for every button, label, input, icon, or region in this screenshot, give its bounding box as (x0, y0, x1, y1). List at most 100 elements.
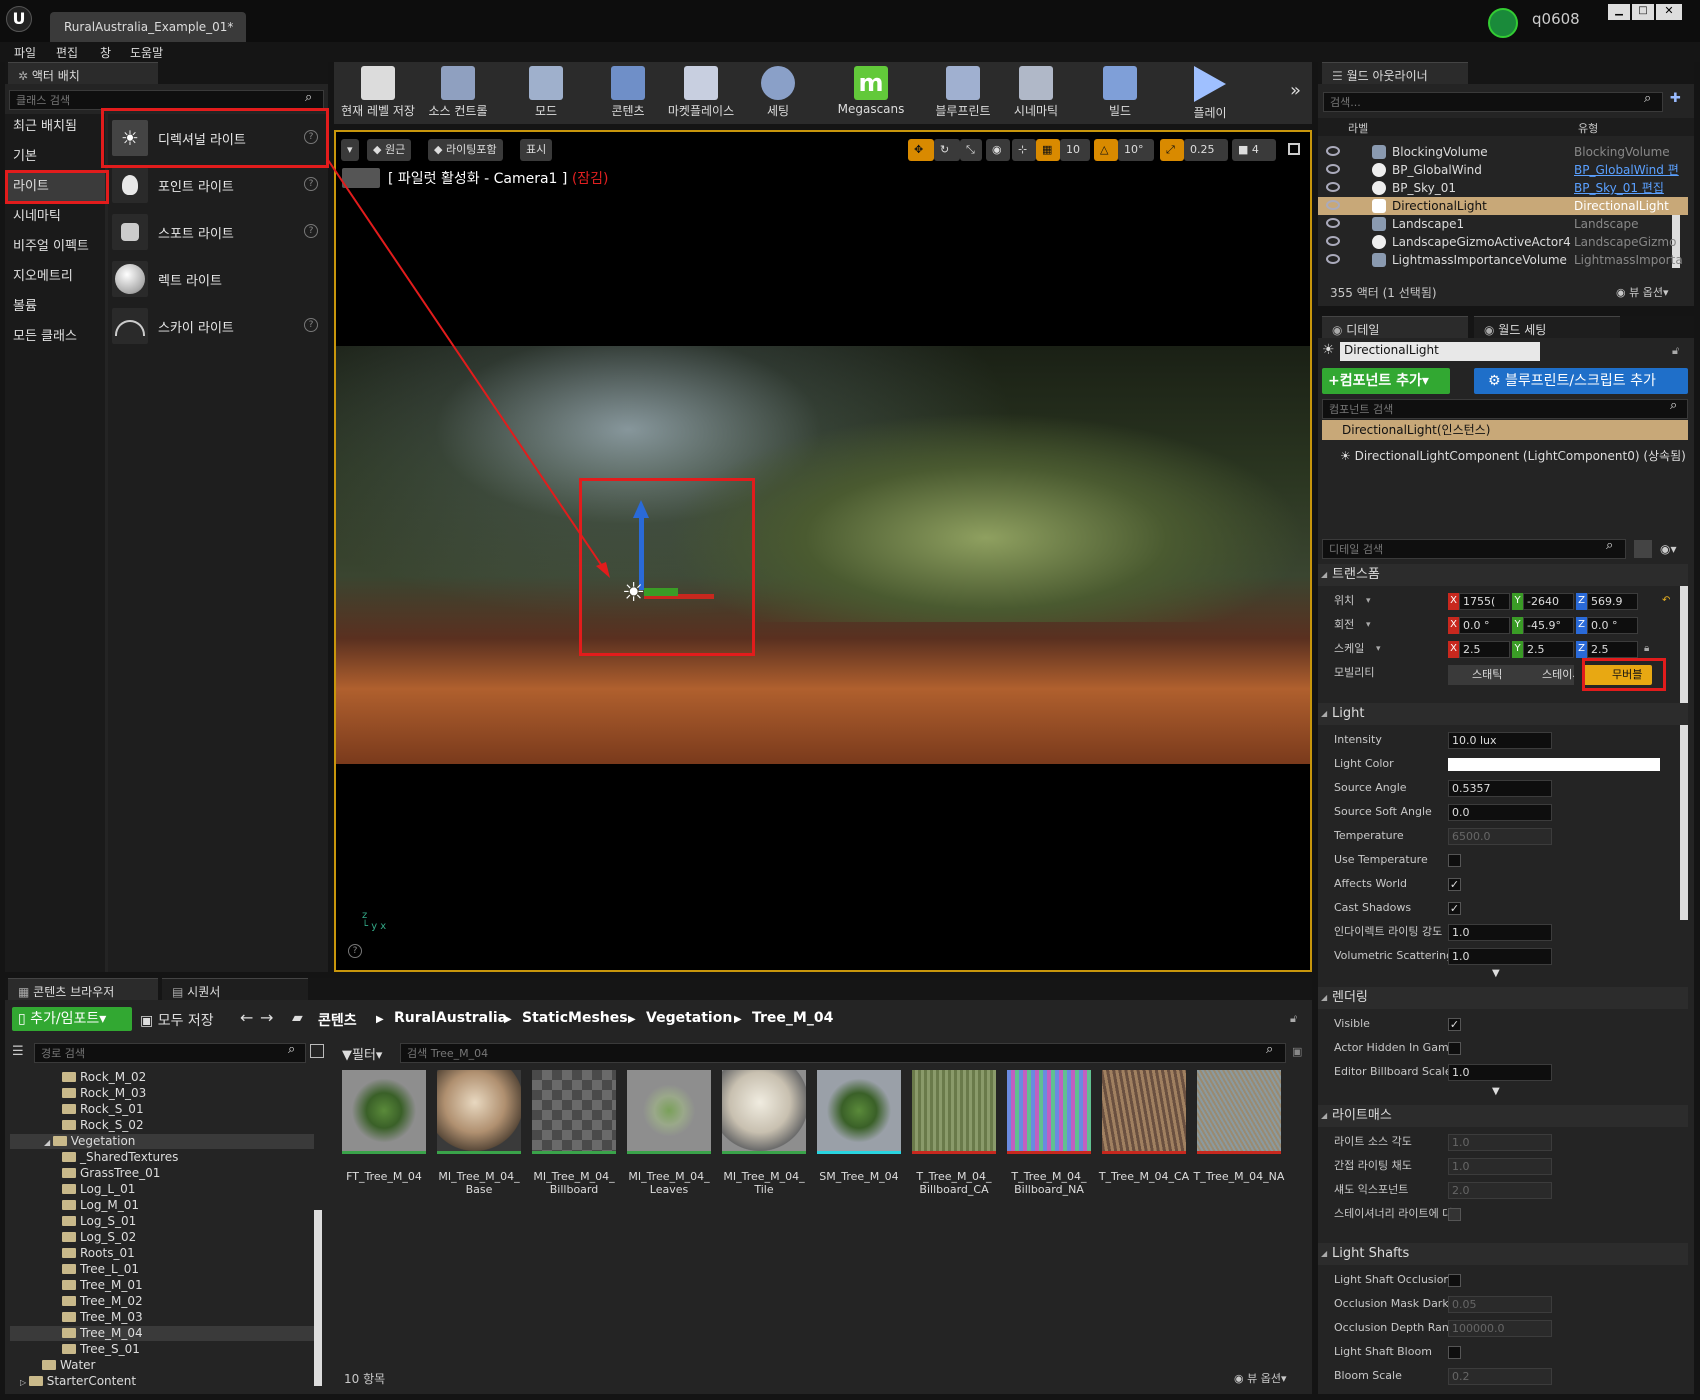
asset-tile[interactable]: MI_Tree_M_04_ Leaves (627, 1070, 711, 1196)
add-filter-icon[interactable]: ✚ (1670, 91, 1681, 106)
scale-label[interactable]: 스케일 (1334, 638, 1454, 660)
outliner-row[interactable]: BP_GlobalWind BP_GlobalWind 편 (1318, 161, 1688, 179)
section-transform[interactable]: 트랜스폼 (1318, 564, 1688, 586)
tree-folder[interactable]: Log_L_01 (62, 1182, 135, 1197)
path-search-input[interactable]: 경로 검색 (34, 1043, 306, 1063)
outliner-row[interactable]: BP_Sky_01 BP_Sky_01 편집 (1318, 179, 1688, 197)
add-component-button[interactable]: +컴포넌트 추가▾ (1322, 368, 1450, 394)
source-soft-angle-input[interactable]: 0.0 (1448, 804, 1552, 821)
tree-folder[interactable]: Rock_S_01 (62, 1102, 144, 1117)
tree-folder[interactable]: Rock_M_02 (62, 1070, 146, 1085)
search-icon[interactable]: ⌕ (1606, 538, 1613, 553)
expand-advanced-icon[interactable]: ▼ (1492, 968, 1500, 979)
tree-folder[interactable]: Roots_01 (62, 1246, 135, 1261)
eye-icon[interactable] (1326, 146, 1340, 156)
rotation-x[interactable]: X 0.0 ° (1448, 617, 1510, 634)
light-shaft-bloom-checkbox[interactable] (1448, 1346, 1461, 1359)
search-icon[interactable]: ⌕ (1266, 1042, 1273, 1057)
asset-tile[interactable]: T_Tree_M_04_CA (1099, 1070, 1189, 1190)
outliner-row[interactable]: Landscape1 Landscape (1318, 215, 1688, 233)
asset-tile[interactable]: T_Tree_M_04_ Billboard_CA (912, 1070, 996, 1196)
outliner-row[interactable]: LightmassImportanceVolume LightmassImport… (1318, 251, 1688, 269)
view-options-button[interactable]: ◉ 뷰 옵션▾ (1616, 284, 1669, 300)
tab-details[interactable]: ◉ 디테일 (1322, 316, 1468, 338)
lock-icon[interactable]: 🔓︎ (1290, 1012, 1297, 1026)
tree-folder[interactable]: Log_S_02 (62, 1230, 136, 1245)
section-light[interactable]: Light (1318, 703, 1688, 725)
breadcrumb-staticmeshes[interactable]: StaticMeshes (522, 1010, 628, 1026)
forward-arrow-icon[interactable]: → (260, 1008, 273, 1027)
breadcrumb-content[interactable]: 콘텐츠 (318, 1010, 357, 1030)
back-arrow-icon[interactable]: ← (240, 1008, 253, 1027)
component-instance-row[interactable]: DirectionalLight(인스턴스) (1322, 420, 1688, 440)
light-shaft-occlusion-checkbox[interactable] (1448, 1274, 1461, 1287)
asset-tile[interactable]: T_Tree_M_04_ Billboard_NA (1007, 1070, 1091, 1196)
outliner-search-input[interactable]: 검색... (1323, 92, 1663, 112)
eye-icon[interactable] (1326, 236, 1340, 246)
section-rendering[interactable]: 렌더링 (1318, 987, 1688, 1009)
visible-checkbox[interactable]: ✓ (1448, 1018, 1461, 1031)
hidden-in-game-checkbox[interactable] (1448, 1042, 1461, 1055)
outliner-row[interactable]: BlockingVolume BlockingVolume (1318, 143, 1688, 161)
asset-tile[interactable]: FT_Tree_M_04 (342, 1070, 426, 1190)
billboard-scale-input[interactable]: 1.0 (1448, 1064, 1552, 1081)
lock-icon[interactable]: 🔓︎ (1672, 344, 1679, 358)
eye-icon[interactable] (1326, 254, 1340, 264)
add-import-button[interactable]: ▯ 추가/임포트▾ (12, 1007, 132, 1031)
mobility-static-button[interactable]: 스태틱 (1448, 665, 1518, 685)
intensity-input[interactable]: 10.0 lux (1448, 732, 1552, 749)
asset-search-input[interactable]: 검색 Tree_M_04 (400, 1043, 1286, 1063)
tree-folder[interactable]: ▷ StarterContent (20, 1374, 136, 1389)
section-light-shafts[interactable]: Light Shafts (1318, 1243, 1688, 1265)
tree-folder[interactable]: Water (42, 1358, 95, 1373)
property-matrix-icon[interactable] (1634, 540, 1652, 558)
tree-folder[interactable]: Tree_M_02 (62, 1294, 143, 1309)
tree-folder-selected[interactable]: Tree_M_04 (10, 1326, 314, 1341)
eye-icon[interactable] (1326, 182, 1340, 192)
tab-sequencer[interactable]: ▤ 시퀀서 (162, 978, 308, 1000)
tree-folder[interactable]: Rock_M_03 (62, 1086, 146, 1101)
outliner-row-selected[interactable]: DirectionalLight DirectionalLight (1318, 197, 1688, 215)
scale-y[interactable]: Y 2.5 (1512, 641, 1574, 658)
tab-content-browser[interactable]: ▦ 콘텐츠 브라우저 (8, 978, 158, 1000)
component-search-input[interactable]: 컴포넌트 검색 (1322, 399, 1688, 419)
column-type[interactable]: 유형 (1578, 120, 1598, 136)
rotation-y[interactable]: Y -45.9° (1512, 617, 1574, 634)
cast-shadows-checkbox[interactable]: ✓ (1448, 902, 1461, 915)
outliner-row[interactable]: LandscapeGizmoActiveActor4 LandscapeGizmo (1318, 233, 1688, 251)
component-row[interactable]: ☀ DirectionalLightComponent (LightCompon… (1340, 447, 1686, 464)
sources-toggle-icon[interactable]: ☰ (12, 1044, 24, 1059)
actor-name-input[interactable]: DirectionalLight (1340, 342, 1540, 361)
mobility-movable-button[interactable]: 무버블 (1582, 665, 1652, 685)
section-lightmass[interactable]: 라이트매스 (1318, 1105, 1688, 1127)
source-angle-input[interactable]: 0.5357 (1448, 780, 1552, 797)
view-options-button[interactable]: ◉ 뷰 옵션▾ (1234, 1370, 1287, 1386)
location-label[interactable]: 위치 (1334, 590, 1454, 612)
eye-icon[interactable] (1326, 164, 1340, 174)
tree-folder[interactable]: Tree_M_01 (62, 1278, 143, 1293)
asset-tile[interactable]: T_Tree_M_04_NA (1194, 1070, 1284, 1190)
tree-folder[interactable]: Rock_S_02 (62, 1118, 144, 1133)
tree-folder[interactable]: Tree_L_01 (62, 1262, 139, 1277)
mobility-stationary-button[interactable]: 스테이셔 (1518, 665, 1574, 685)
volumetric-scattering-input[interactable]: 1.0 (1448, 948, 1552, 965)
tab-world-outliner[interactable]: ☰ 월드 아웃라이너 (1322, 62, 1468, 84)
eye-icon[interactable] (1326, 200, 1340, 210)
use-temperature-checkbox[interactable] (1448, 854, 1461, 867)
rotation-z[interactable]: Z 0.0 ° (1576, 617, 1638, 634)
breadcrumb-ruralaustralia[interactable]: RuralAustralia (394, 1010, 507, 1026)
breadcrumb-vegetation[interactable]: Vegetation (646, 1010, 732, 1026)
tab-world-settings[interactable]: ◉ 월드 세팅 (1474, 316, 1620, 338)
search-icon[interactable]: ⌕ (1670, 398, 1677, 413)
scale-x[interactable]: X 2.5 (1448, 641, 1510, 658)
filter-button[interactable]: ▼필터▾ (342, 1044, 382, 1063)
row-type-link[interactable]: BP_GlobalWind 편 (1574, 161, 1686, 179)
affects-world-checkbox[interactable]: ✓ (1448, 878, 1461, 891)
location-y[interactable]: Y -2640 (1512, 593, 1574, 610)
rotation-label[interactable]: 회전 (1334, 614, 1454, 636)
tree-folder[interactable]: Tree_S_01 (62, 1342, 140, 1357)
tree-folder-vegetation[interactable]: ◢ Vegetation (10, 1134, 314, 1149)
light-color-swatch[interactable] (1448, 758, 1660, 771)
row-type-link[interactable]: BP_Sky_01 편집 (1574, 179, 1686, 197)
tree-folder[interactable]: Log_S_01 (62, 1214, 136, 1229)
